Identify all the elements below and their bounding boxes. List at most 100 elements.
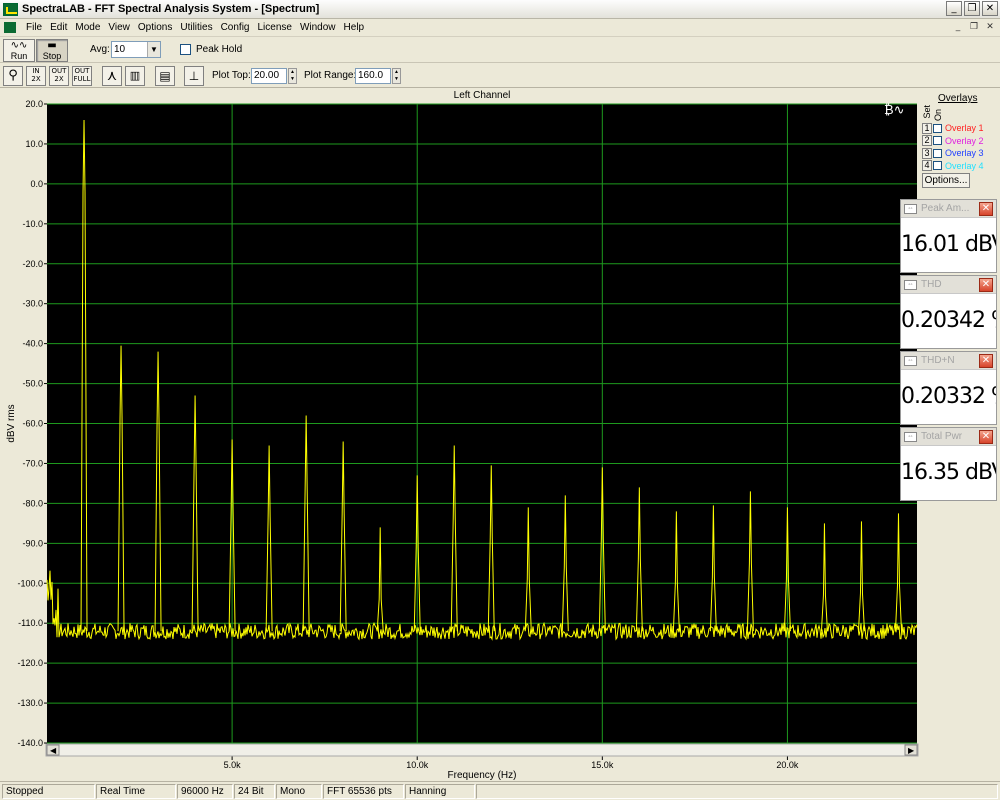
spectrum-view: Left Channel 20.0 10.0 0.0 -10.0 -20.0 -30.0-… xyxy=(0,88,1000,782)
close-icon[interactable]: ✕ xyxy=(979,278,993,292)
y-tick-label: -90.0 xyxy=(22,538,43,548)
overlay-set-button[interactable]: 4 xyxy=(922,160,932,172)
plot-range-input[interactable]: 160.0 xyxy=(355,68,391,84)
plot-top-spinner[interactable]: ▲ ▼ xyxy=(288,68,297,84)
plot-top-input[interactable]: 20.00 xyxy=(251,68,287,84)
status-bar: Stopped Real Time 96000 Hz 24 Bit Mono F… xyxy=(0,781,1000,800)
bar-graph-icon[interactable]: ▥ xyxy=(125,66,145,86)
readout-panel[interactable]: ◦◦ Total Pwr ✕ 16.35 dBV rms xyxy=(900,427,997,501)
options-label: Options... xyxy=(924,175,968,186)
zoom-full-button[interactable]: OUT FULL xyxy=(72,66,92,86)
horizontal-scrollbar[interactable]: ◀ ▶ xyxy=(45,743,919,757)
readout-header: ◦◦ Peak Am... ✕ xyxy=(901,200,996,218)
status-sample-rate: 96000 Hz xyxy=(177,784,233,799)
y-tick-label: -60.0 xyxy=(22,419,43,429)
overlay-checkbox[interactable] xyxy=(933,123,942,133)
zoom-in-button[interactable]: IN 2X xyxy=(26,66,46,86)
readout-header: ◦◦ THD ✕ xyxy=(901,276,996,294)
spectrum-chart[interactable]: 20.0 10.0 0.0 -10.0 -20.0 -30.0 -40.0 -50.0 -60.… xyxy=(0,88,920,782)
readout-header: ◦◦ THD+N ✕ xyxy=(901,352,996,370)
zoom-out-button[interactable]: OUT 2X xyxy=(49,66,69,86)
status-fft-size: FFT 65536 pts xyxy=(323,784,404,799)
menu-config[interactable]: Config xyxy=(217,22,254,33)
close-icon[interactable]: ✕ xyxy=(979,202,993,216)
y-tick-label: -20.0 xyxy=(22,259,43,269)
run-button[interactable]: ∿∿ Run xyxy=(3,39,35,62)
title-bar: SpectraLAB - FFT Spectral Analysis Syste… xyxy=(0,0,1000,19)
menu-license[interactable]: License xyxy=(253,22,295,33)
plot-range-value: 160.0 xyxy=(358,70,384,81)
menu-window[interactable]: Window xyxy=(296,22,340,33)
readout-icon: ◦◦ xyxy=(904,280,917,290)
menu-mode[interactable]: Mode xyxy=(71,22,104,33)
overlay-set-button[interactable]: 3 xyxy=(922,147,932,159)
status-window: Hanning xyxy=(405,784,475,799)
readout-panel[interactable]: ◦◦ Peak Am... ✕ 16.01 dBV rms xyxy=(900,199,997,273)
overlay-set-button[interactable]: 2 xyxy=(922,135,932,147)
mdi-close-button[interactable]: ✕ xyxy=(983,21,997,34)
mdi-minimize-button[interactable]: _ xyxy=(951,21,965,34)
menu-help[interactable]: Help xyxy=(340,22,369,33)
zoom-in-label: IN 2X xyxy=(31,67,41,83)
overlay-label: Overlay 4 xyxy=(945,160,984,171)
y-tick-label: -30.0 xyxy=(22,299,43,309)
y-tick-label: -80.0 xyxy=(22,498,43,508)
overlay-checkbox[interactable] xyxy=(933,148,942,158)
sine-wave-icon: ∿∿ xyxy=(10,40,28,51)
overlay-set-button[interactable]: 1 xyxy=(922,122,932,134)
readout-title: THD xyxy=(921,279,942,290)
document-icon[interactable] xyxy=(4,22,16,33)
readout-icon: ◦◦ xyxy=(904,204,917,214)
overlay-row: 4 Overlay 4 xyxy=(922,160,998,173)
y-tick-label: -130.0 xyxy=(17,698,43,708)
readout-value: 0.20332 % xyxy=(901,384,996,409)
avg-label: Avg: xyxy=(90,44,110,55)
y-tick-label: 0.0 xyxy=(30,179,43,189)
x-axis-label: Frequency (Hz) xyxy=(448,770,517,781)
menu-view[interactable]: View xyxy=(104,22,134,33)
peak-hold-checkbox[interactable] xyxy=(180,44,191,55)
menu-utilities[interactable]: Utilities xyxy=(176,22,216,33)
overlay-checkbox[interactable] xyxy=(933,161,942,171)
menu-edit[interactable]: Edit xyxy=(46,22,71,33)
close-icon[interactable]: ✕ xyxy=(979,354,993,368)
y-tick-label: -40.0 xyxy=(22,339,43,349)
overlay-checkbox[interactable] xyxy=(933,136,942,146)
stop-icon: ▬ xyxy=(47,40,57,51)
close-button[interactable]: ✕ xyxy=(982,1,998,16)
peak-marker-icon[interactable]: ⋏ xyxy=(102,66,122,86)
y-tick-label: -70.0 xyxy=(22,458,43,468)
stop-button[interactable]: ▬ Stop xyxy=(36,39,68,62)
restore-button[interactable]: ❐ xyxy=(964,1,980,16)
avg-value: 10 xyxy=(114,44,126,55)
x-tick-label: 10.0k xyxy=(406,760,429,770)
avg-select[interactable]: 10 ▼ xyxy=(111,41,161,58)
on-label: On xyxy=(933,109,943,122)
cursor-mode-icon[interactable]: ₿∿ xyxy=(884,103,905,118)
scale-icon[interactable]: ⊥ xyxy=(184,66,204,86)
y-tick-label: 10.0 xyxy=(25,139,43,149)
plot-top-label: Plot Top: xyxy=(212,70,251,81)
status-bit-depth: 24 Bit xyxy=(234,784,275,799)
display-settings-icon[interactable]: ▤ xyxy=(155,66,175,86)
readout-value: 0.20342 % xyxy=(901,308,996,333)
mdi-restore-button[interactable]: ❐ xyxy=(967,21,981,34)
menu-options[interactable]: Options xyxy=(134,22,176,33)
run-label: Run xyxy=(10,51,28,61)
menu-file[interactable]: File xyxy=(22,22,46,33)
minimize-button[interactable]: _ xyxy=(946,1,962,16)
readout-header: ◦◦ Total Pwr ✕ xyxy=(901,428,996,446)
readout-panel[interactable]: ◦◦ THD ✕ 0.20342 % xyxy=(900,275,997,349)
y-axis-ticks: 20.0 10.0 0.0 -10.0 -20.0 -30.0 -40.0 -50.0 -60.… xyxy=(17,99,47,748)
close-icon[interactable]: ✕ xyxy=(979,430,993,444)
y-tick-label: 20.0 xyxy=(25,99,43,109)
plot-range-spinner[interactable]: ▲ ▼ xyxy=(392,68,401,84)
readout-title: Total Pwr xyxy=(921,431,963,442)
chevron-down-icon: ▼ xyxy=(147,42,160,57)
readout-value: 16.35 dBV rms xyxy=(901,460,996,485)
options-button[interactable]: Options... xyxy=(922,173,970,188)
magnifier-icon[interactable]: ⚲ xyxy=(3,66,23,86)
overlay-row: 1 Overlay 1 xyxy=(922,122,998,135)
svg-text:◀: ◀ xyxy=(50,746,57,755)
readout-panel[interactable]: ◦◦ THD+N ✕ 0.20332 % xyxy=(900,351,997,425)
